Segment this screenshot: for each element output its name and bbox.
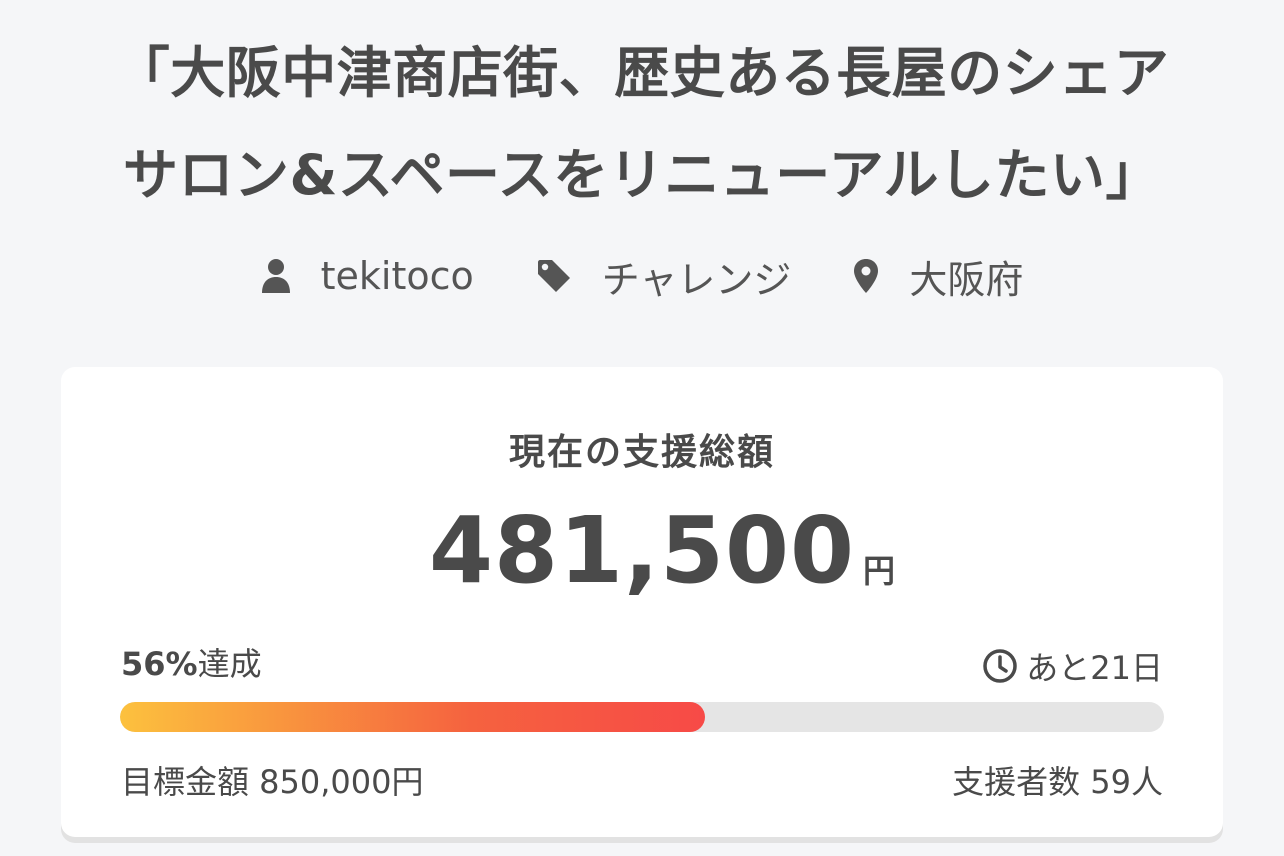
project-meta: tekitoco チャレンジ 大阪府 — [0, 246, 1284, 306]
time-remaining-text: あと21日 — [1026, 649, 1163, 687]
funding-heading: 現在の支援総額 — [508, 432, 775, 473]
goal-amount: 目標金額 850,000円 — [121, 763, 424, 801]
user-icon — [261, 259, 290, 293]
project-page: 「大阪中津商店街、歴史ある長屋のシェア サロン&スペースをリニューアルしたい」 … — [0, 0, 1284, 856]
clock-icon — [983, 649, 1018, 683]
funding-card: 現在の支援総額 481,500 円 56%達成 あと21日 目標金額 850,0… — [61, 367, 1223, 837]
project-title-line-1: 「大阪中津商店街、歴史ある長屋のシェア — [114, 41, 1170, 105]
achievement-percent-number: 56% — [121, 645, 198, 683]
meta-category[interactable]: チャレンジ — [536, 249, 792, 304]
funding-amount-row: 481,500 円 — [61, 497, 1223, 604]
map-pin-icon — [854, 259, 879, 293]
tag-icon — [537, 260, 570, 292]
funding-amount-unit: 円 — [863, 552, 896, 590]
meta-location[interactable]: 大阪府 — [853, 249, 1023, 304]
meta-owner[interactable]: tekitoco — [261, 254, 474, 298]
category-link[interactable]: チャレンジ — [602, 249, 792, 304]
time-remaining: あと21日 — [982, 643, 1163, 689]
project-title-line-2: サロン&スペースをリニューアルしたい」 — [122, 143, 1162, 207]
backer-count: 支援者数 59人 — [952, 763, 1163, 801]
owner-link[interactable]: tekitoco — [321, 254, 474, 298]
achievement-percent: 56%達成 — [121, 639, 262, 685]
progress-bar-fill — [120, 702, 705, 732]
funding-amount: 481,500 — [428, 497, 855, 604]
location-link[interactable]: 大阪府 — [909, 249, 1023, 304]
project-title: 「大阪中津商店街、歴史ある長屋のシェア サロン&スペースをリニューアルしたい」 — [0, 22, 1284, 226]
progress-bar — [120, 702, 1164, 732]
achievement-percent-suffix: 達成 — [197, 645, 262, 683]
